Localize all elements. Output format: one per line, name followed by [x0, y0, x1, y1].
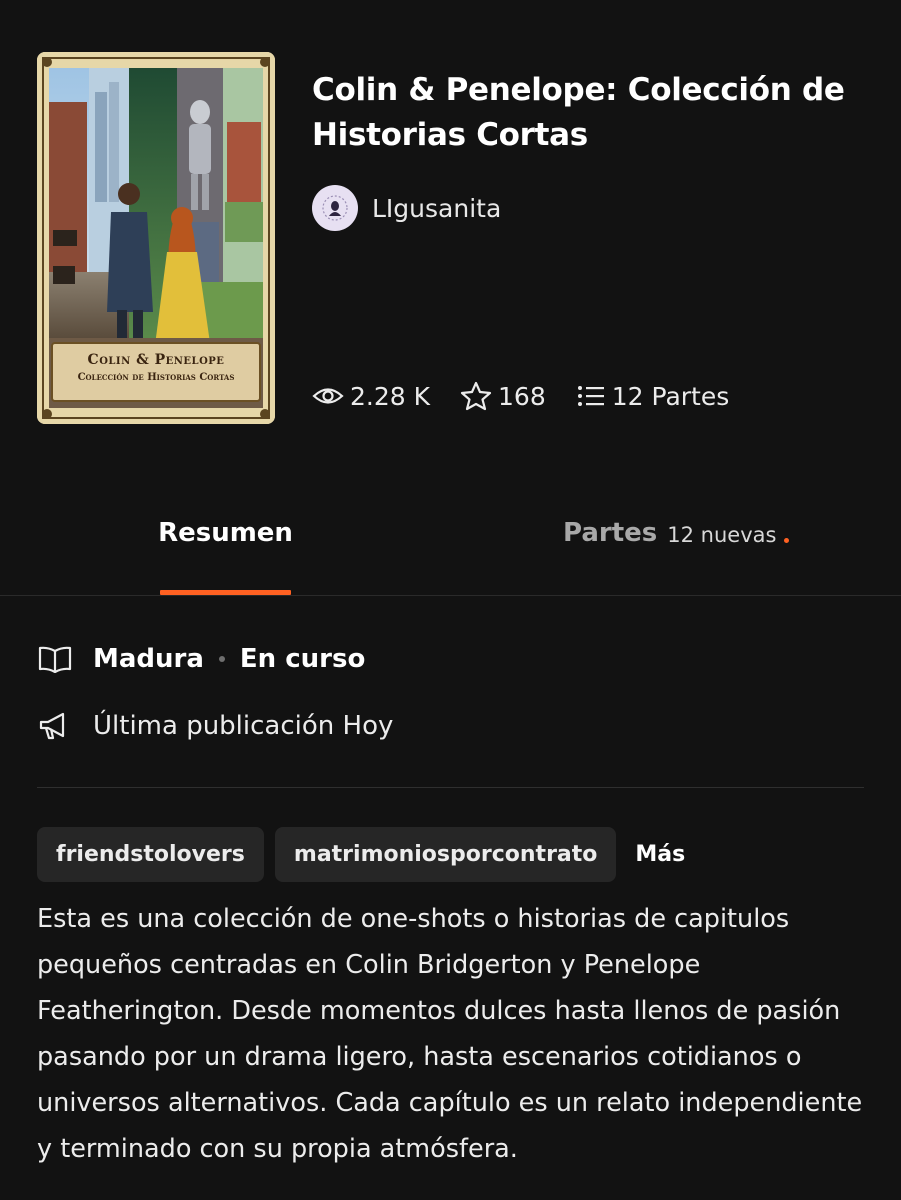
- status-label: En curso: [239, 644, 366, 674]
- cover-title-line-2: Colección de Historias Cortas: [77, 372, 235, 383]
- parts-count: 12 Partes: [611, 381, 730, 411]
- megaphone-icon: [39, 712, 65, 740]
- new-parts-badge: 12 nuevas: [667, 523, 777, 547]
- reads-stat: 2.28 K: [312, 382, 430, 411]
- list-icon: [577, 386, 604, 406]
- tag-chip[interactable]: friendstolovers: [37, 827, 264, 882]
- cover-title: Colin & Penelope Colección de Historias …: [51, 342, 261, 402]
- votes-count: 168: [498, 381, 546, 411]
- new-indicator-dot: [784, 538, 790, 543]
- tab-summary[interactable]: Resumen: [158, 518, 293, 596]
- content-divider: [37, 787, 864, 788]
- tab-parts-label: Partes: [563, 518, 658, 548]
- star-icon: [460, 381, 492, 411]
- story-stats: 2.28 K 168 12 Partes: [312, 376, 759, 416]
- story-rating-row: Madura En curso: [37, 638, 365, 680]
- story-cover[interactable]: Colin & Penelope Colección de Historias …: [37, 52, 275, 424]
- reads-count: 2.28 K: [350, 381, 431, 411]
- cover-title-line-1: Colin & Penelope: [87, 352, 225, 368]
- votes-stat: 168: [460, 381, 546, 411]
- tab-summary-label: Resumen: [158, 518, 293, 548]
- eye-icon: [312, 388, 344, 404]
- parts-stat: 12 Partes: [576, 381, 730, 411]
- tag-list: friendstolovers matrimoniosporcontrato M…: [37, 827, 685, 882]
- last-published-row: Última publicación Hoy: [37, 705, 393, 747]
- story-description: Esta es una colección de one-shots o his…: [37, 904, 863, 1164]
- author-avatar: [312, 185, 358, 231]
- tag-chip[interactable]: matrimoniosporcontrato: [274, 827, 617, 882]
- author-link[interactable]: LIgusanita: [312, 185, 501, 231]
- open-book-icon: [38, 646, 72, 673]
- tab-parts[interactable]: Partes 12 nuevas: [563, 518, 790, 596]
- more-tags-link[interactable]: Más: [635, 842, 685, 867]
- separator-dot: [218, 656, 225, 662]
- story-title: Colin & Penelope: Colección de Historias…: [312, 72, 845, 153]
- author-name: LIgusanita: [372, 193, 502, 223]
- avatar-silhouette-icon: [322, 195, 348, 221]
- last-published-label: Última publicación Hoy: [93, 711, 394, 741]
- tabs-divider: [0, 595, 901, 596]
- rating-label: Madura: [93, 644, 204, 674]
